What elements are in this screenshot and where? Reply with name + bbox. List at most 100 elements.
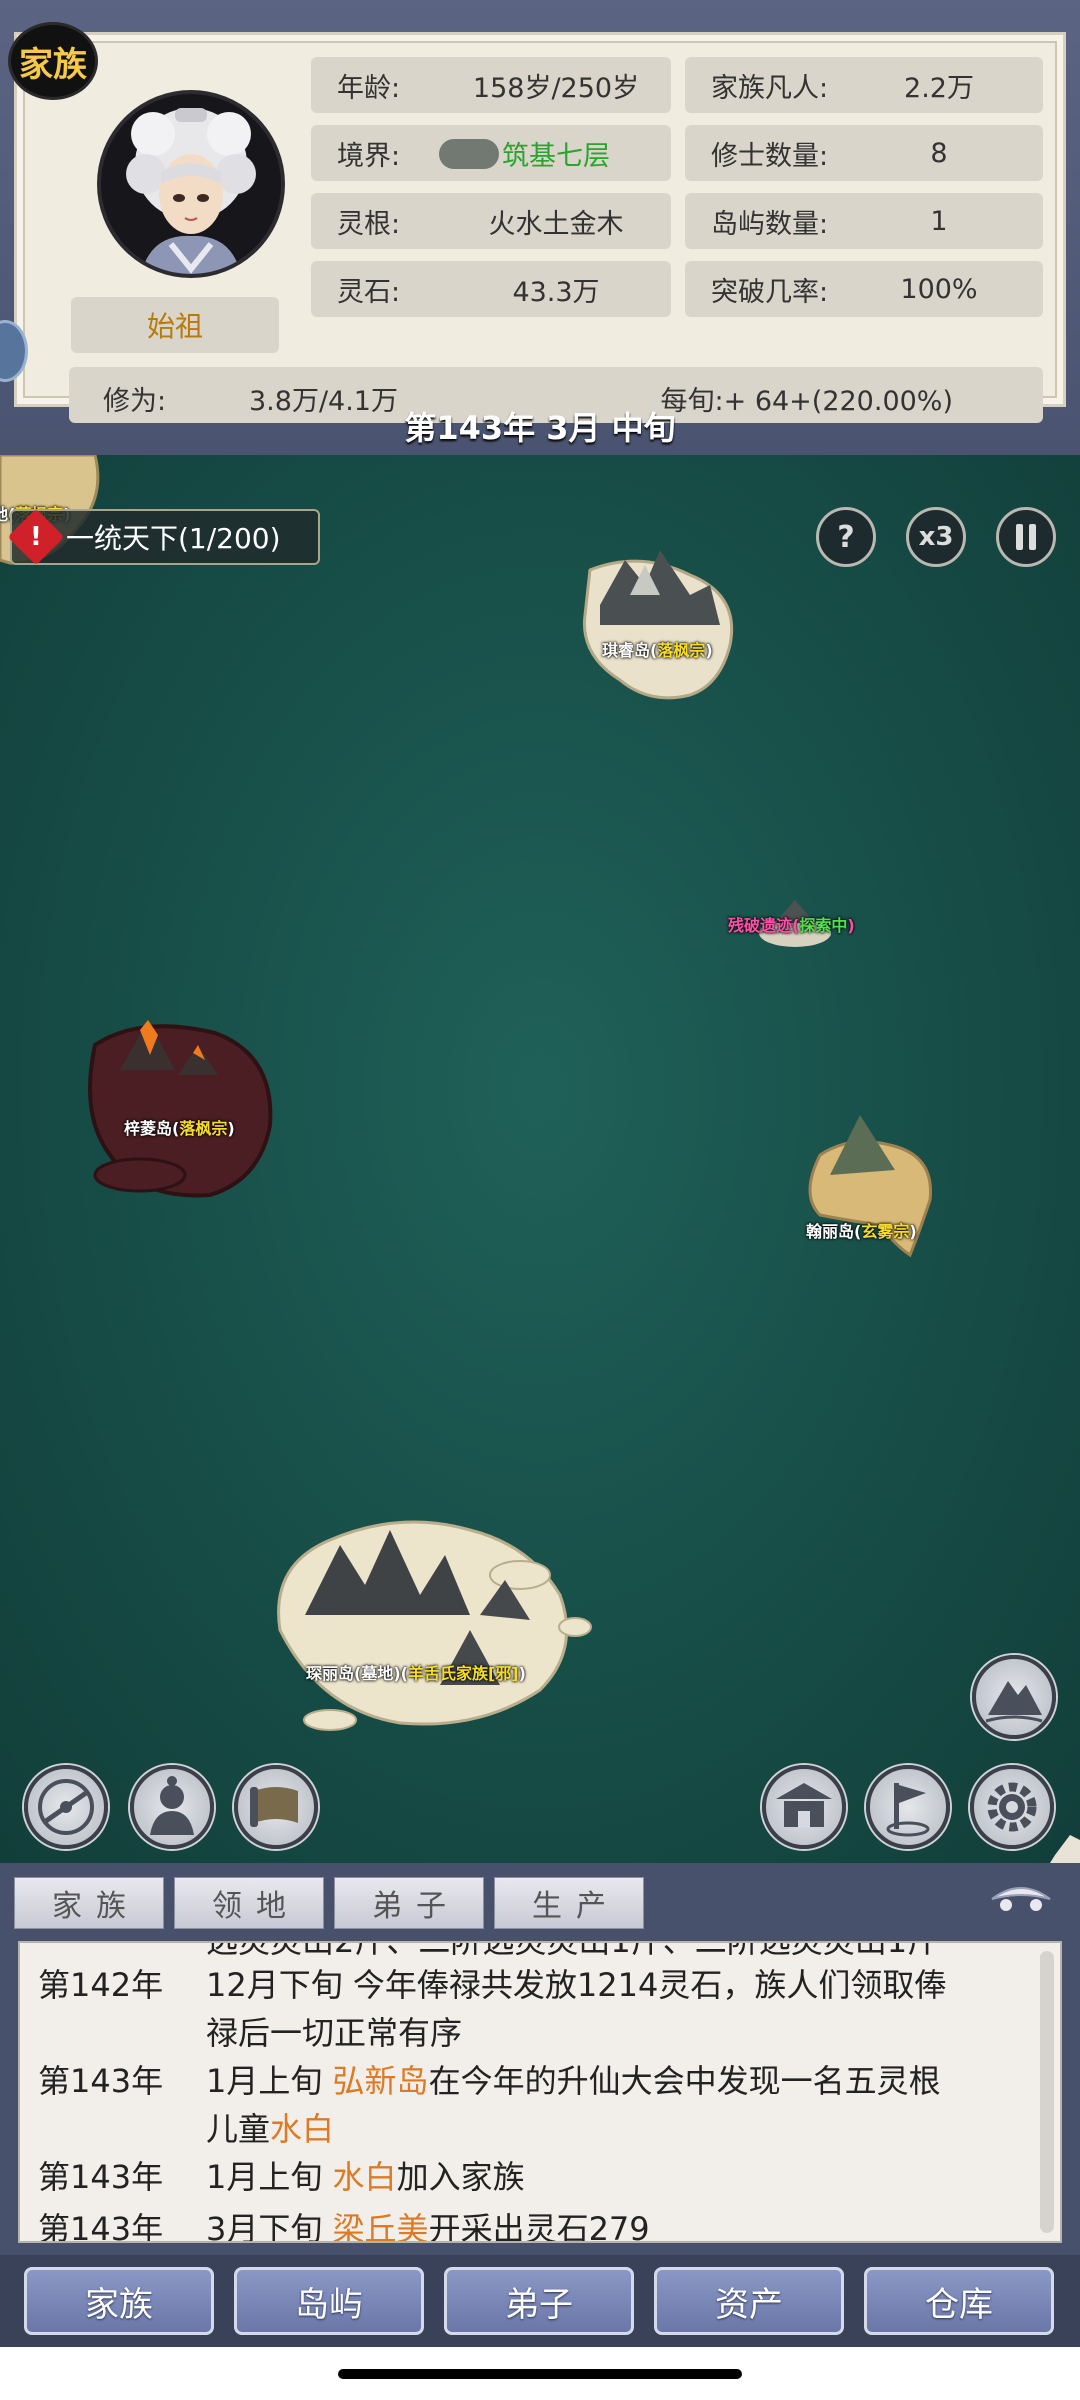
avatar[interactable] (97, 90, 285, 278)
log-tab-territory[interactable]: 领地 (174, 1877, 324, 1929)
log-text: 3月下旬 梁丘美开采出灵石279 (206, 2205, 1036, 2241)
island-label-hanli[interactable]: 翰丽岛(玄雾宗) (806, 1218, 917, 1242)
age-value: 158岁/250岁 (472, 72, 640, 104)
scroll-icon (250, 1787, 298, 1827)
islands-cell: 岛屿数量: 1 (685, 193, 1043, 249)
terrain-button[interactable] (972, 1655, 1056, 1739)
island-name: 琪睿岛( (602, 641, 658, 660)
island-name-close: ) (847, 916, 855, 935)
nav-assets-button[interactable]: 资产 (654, 2267, 844, 2335)
mountain-icon (985, 1681, 1043, 1723)
pause-icon (1016, 524, 1036, 550)
speed-label: x3 (918, 522, 954, 552)
log-highlight[interactable]: 弘新岛 (333, 2062, 429, 2100)
log-tab-clan[interactable]: 家族 (14, 1877, 164, 1929)
log-tab-disciples[interactable]: 弟子 (334, 1877, 484, 1929)
log-text: 1月上旬 弘新岛在今年的升仙大会中发现一名五灵根 (206, 2062, 941, 2100)
clan-badge[interactable]: 家族 (8, 22, 98, 100)
island-name-close: ) (227, 1119, 235, 1138)
system-home-bar (0, 2347, 1080, 2400)
home-indicator[interactable] (338, 2369, 742, 2379)
log-highlight[interactable]: 水白 (270, 2110, 334, 2148)
compass-icon (38, 1779, 94, 1835)
breakthrough-label: 突破几率: (711, 276, 829, 308)
nav-clan-button[interactable]: 家族 (24, 2267, 214, 2335)
nav-islands-button[interactable]: 岛屿 (234, 2267, 424, 2335)
log-text: 儿童水白 (206, 2110, 335, 2148)
island-label-chenli[interactable]: 琛丽岛(墓地)(羊舌氏家族[邪]) (306, 1660, 526, 1684)
founder-portrait-icon (126, 108, 256, 274)
game-date: 第143年 3月 中旬 (404, 409, 676, 447)
character-info-panel: 始祖 年龄: 158岁/250岁 境界: 筑基七层 灵根: 火水土金木 灵石: … (14, 32, 1066, 423)
age-label: 年龄: (337, 72, 401, 104)
island-name-close: ) (909, 1222, 917, 1241)
spirit-stones-label: 灵石: (337, 276, 401, 308)
pause-button[interactable] (996, 507, 1056, 567)
log-highlight[interactable]: 梁丘美 (333, 2210, 429, 2241)
log-year: 第143年 (38, 2210, 164, 2243)
nav-disciples-button[interactable]: 弟子 (444, 2267, 634, 2335)
log-highlight[interactable]: 水白 (333, 2158, 397, 2196)
cultivators-cell: 修士数量: 8 (685, 125, 1043, 181)
log-text: 禄后一切正常有序 (206, 2014, 463, 2052)
compass-button[interactable] (24, 1765, 108, 1849)
island-owner: 玄雾宗 (861, 1222, 910, 1241)
island-owner: 落枫宗 (657, 641, 706, 660)
bottom-navigation: 家族 岛屿 弟子 资产 仓库 (0, 2255, 1080, 2347)
island-label-ruins[interactable]: 残破遗迹(探索中) (728, 912, 855, 936)
map-terrain (0, 455, 1080, 1863)
world-map[interactable]: 地(落枫宗) 琪睿岛(落枫宗) 残破遗迹(探索中) 梓菱岛(落枫宗) 翰丽岛(玄… (0, 455, 1080, 1863)
log-tab-production[interactable]: 生产 (494, 1877, 644, 1929)
breakthrough-cell: 突破几率: 100% (685, 261, 1043, 317)
island-name: 琛丽岛(墓地)( (306, 1664, 408, 1683)
event-log[interactable]: 选灵灵山2斤、二阶选灵灵山1斤、二阶选灵灵山1斤 第142年 12月下旬 今年俸… (18, 1941, 1062, 2243)
log-scrollbar[interactable] (1040, 1951, 1054, 2233)
founder-title-button[interactable]: 始祖 (71, 297, 279, 353)
realm-label: 境界: (337, 140, 401, 172)
spirit-root-label: 灵根: (337, 208, 401, 240)
flag-icon (886, 1783, 930, 1837)
log-collapse-button[interactable] (986, 1877, 1056, 1919)
island-status: 探索中 (799, 916, 848, 935)
age-cell: 年龄: 158岁/250岁 (311, 57, 671, 113)
mortals-label: 家族凡人: (711, 72, 829, 104)
realm-cell: 境界: 筑基七层 (311, 125, 671, 181)
mortals-value: 2.2万 (904, 72, 974, 104)
chevron-ornament-icon (991, 1887, 1051, 1911)
island-name-close: ) (705, 641, 713, 660)
alert-icon: ! (7, 508, 65, 566)
islands-label: 岛屿数量: (711, 208, 829, 240)
island-name: 翰丽岛( (806, 1222, 862, 1241)
gear-icon (987, 1782, 1037, 1832)
scroll-button[interactable] (234, 1765, 318, 1849)
help-button[interactable]: ? (816, 507, 876, 567)
settings-button[interactable] (970, 1765, 1054, 1849)
log-year: 第143年 (38, 2158, 164, 2196)
flag-button[interactable] (866, 1765, 950, 1849)
island-label-qirui[interactable]: 琪睿岛(落枫宗) (602, 637, 713, 661)
log-year: 第142年 (38, 1966, 164, 2004)
nav-warehouse-button[interactable]: 仓库 (864, 2267, 1054, 2335)
island-name: 梓菱岛( (124, 1119, 180, 1138)
speed-button[interactable]: x3 (906, 507, 966, 567)
island-owner: 落枫宗 (179, 1119, 228, 1138)
sect-hall-button[interactable] (762, 1765, 846, 1849)
quest-text: 一统天下(1/200) (66, 522, 281, 555)
island-owner: 羊舌氏家族[邪] (407, 1664, 519, 1683)
breakthrough-value: 100% (900, 273, 978, 305)
spirit-root-cell: 灵根: 火水土金木 (311, 193, 671, 249)
island-label-ziling[interactable]: 梓菱岛(落枫宗) (124, 1115, 235, 1139)
mortals-cell: 家族凡人: 2.2万 (685, 57, 1043, 113)
event-log-panel: 家族 领地 弟子 生产 选灵灵山2斤、二阶选灵灵山1斤、二阶选灵灵山1斤 第14… (0, 1863, 1080, 2255)
spirit-root-value: 火水土金木 (488, 208, 624, 240)
island-name: 残破遗迹( (728, 916, 800, 935)
log-text: 1月上旬 水白加入家族 (206, 2158, 525, 2196)
disciples-button[interactable] (130, 1765, 214, 1849)
islands-value: 1 (930, 205, 948, 237)
temple-icon (776, 1783, 832, 1827)
quest-tracker[interactable]: ! 一统天下(1/200) (7, 508, 320, 566)
cultivators-label: 修士数量: (711, 140, 829, 172)
realm-value: 筑基七层 (502, 140, 610, 172)
status-header: 始祖 年龄: 158岁/250岁 境界: 筑基七层 灵根: 火水土金木 灵石: … (0, 0, 1080, 455)
spirit-stones-cell: 灵石: 43.3万 (311, 261, 671, 317)
